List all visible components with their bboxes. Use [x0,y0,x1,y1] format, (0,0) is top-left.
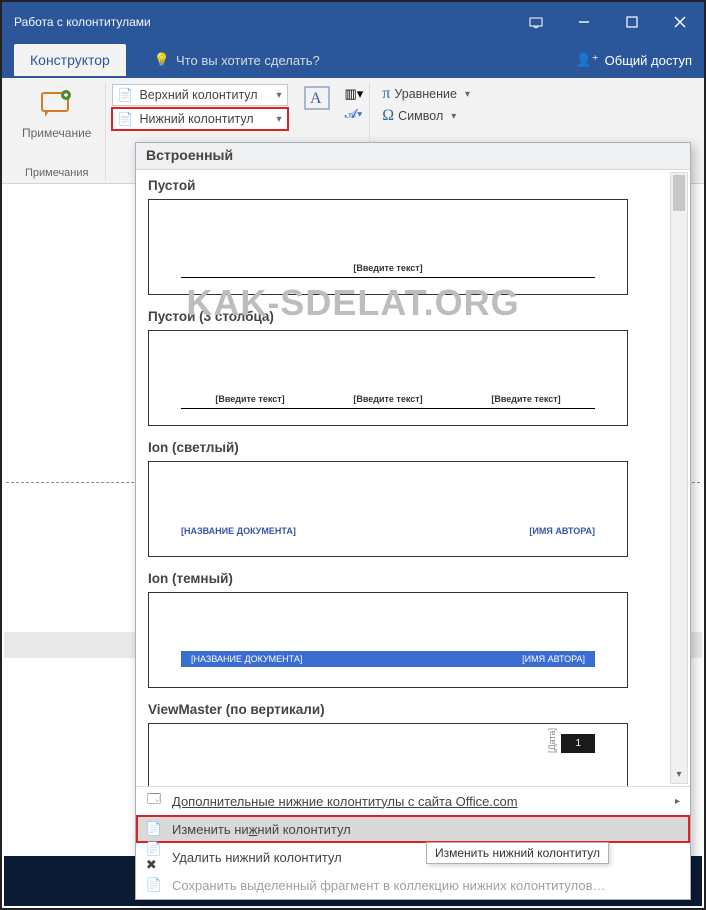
gallery-header: Встроенный [136,143,690,170]
chevron-down-icon: ▾ [451,111,456,122]
page-save-icon: 📄 [146,877,162,893]
pi-icon: π [382,85,390,103]
group-label-notes: Примечания [25,167,89,179]
gallery-scroll-area[interactable]: Пустой [Введите текст] Пустой (3 столбца… [136,170,690,786]
wordart-icon[interactable]: 𝓐▾ [344,106,363,122]
footer-dropdown[interactable]: 📄 Нижний колонтитул ▾ [112,108,288,130]
lightbulb-icon: 💡 [154,52,170,68]
context-tab-title: Работа с колонтитулами [14,15,151,29]
group-notes: Примечание Примечания [8,82,106,181]
gallery-item-title: Ion (светлый) [144,432,668,459]
footer-preset-ion-light[interactable]: [НАЗВАНИЕ ДОКУМЕНТА] [ИМЯ АВТОРА] [148,461,628,557]
footer-gallery-dropdown: Встроенный Пустой [Введите текст] Пустой… [135,142,691,900]
window-controls [512,2,704,42]
header-dropdown[interactable]: 📄 Верхний колонтитул ▾ [112,84,288,106]
gallery-item-title: Пустой (3 столбца) [144,301,668,328]
close-button[interactable] [656,2,704,42]
symbol-button[interactable]: Ω Символ ▾ [376,106,462,126]
page-icon: 📄 [146,821,162,837]
remove-footer[interactable]: 📄✖ Удалить нижний колонтитул [136,843,690,871]
titlebar: Работа с колонтитулами [2,2,704,42]
equation-button[interactable]: π Уравнение ▾ [376,84,476,104]
quickparts-icon[interactable]: ▥▾ [344,86,363,102]
gallery-item-title: ViewMaster (по вертикали) [144,694,668,721]
tab-constructor[interactable]: Конструктор [14,44,126,76]
chevron-down-icon: ▾ [276,90,281,101]
scroll-down-icon[interactable]: ▾ [671,765,687,783]
footer-preset-three-col[interactable]: [Введите текст] [Введите текст] [Введите… [148,330,628,426]
more-footers-office[interactable]: 🗔 Дополнительные нижние колонтитулы с са… [136,787,690,815]
footer-preset-ion-dark[interactable]: [НАЗВАНИЕ ДОКУМЕНТА] [ИМЯ АВТОРА] [148,592,628,688]
scroll-thumb[interactable] [673,175,685,211]
footer-preset-viewmaster[interactable]: [Дата] 1 [148,723,628,786]
chevron-down-icon: ▾ [276,114,281,125]
chevron-down-icon: ▾ [465,89,470,100]
gallery-footer-menu: 🗔 Дополнительные нижние колонтитулы с са… [136,786,690,899]
page-icon: 📄 [117,87,133,103]
ribbon-tabs-row: Конструктор 💡 Что вы хотите сделать? 👤⁺ … [2,42,704,78]
save-selection-to-gallery: 📄 Сохранить выделенный фрагмент в коллек… [136,871,690,899]
svg-text:A: A [310,90,322,107]
share-icon: 👤⁺ [576,52,599,68]
ribbon-display-options-button[interactable] [512,2,560,42]
edit-footer[interactable]: 📄 Изменить нижний колонтитул Изменить ни… [136,815,690,843]
footer-preset-empty[interactable]: [Введите текст] [148,199,628,295]
page-icon: 📄 [117,111,133,127]
omega-icon: Ω [382,107,394,125]
maximize-button[interactable] [608,2,656,42]
gallery-item-title: Ion (темный) [144,563,668,590]
page-delete-icon: 📄✖ [146,849,162,865]
office-icon: 🗔 [146,793,162,809]
minimize-button[interactable] [560,2,608,42]
textbox-button[interactable]: A [300,84,334,112]
comment-button[interactable]: Примечание [14,84,99,144]
chevron-right-icon: ▸ [675,796,680,807]
gallery-item-title: Пустой [144,170,668,197]
tell-me-search[interactable]: 💡 Что вы хотите сделать? [154,52,320,68]
scrollbar[interactable]: ▴ ▾ [670,172,688,784]
share-button[interactable]: 👤⁺ Общий доступ [576,52,692,68]
